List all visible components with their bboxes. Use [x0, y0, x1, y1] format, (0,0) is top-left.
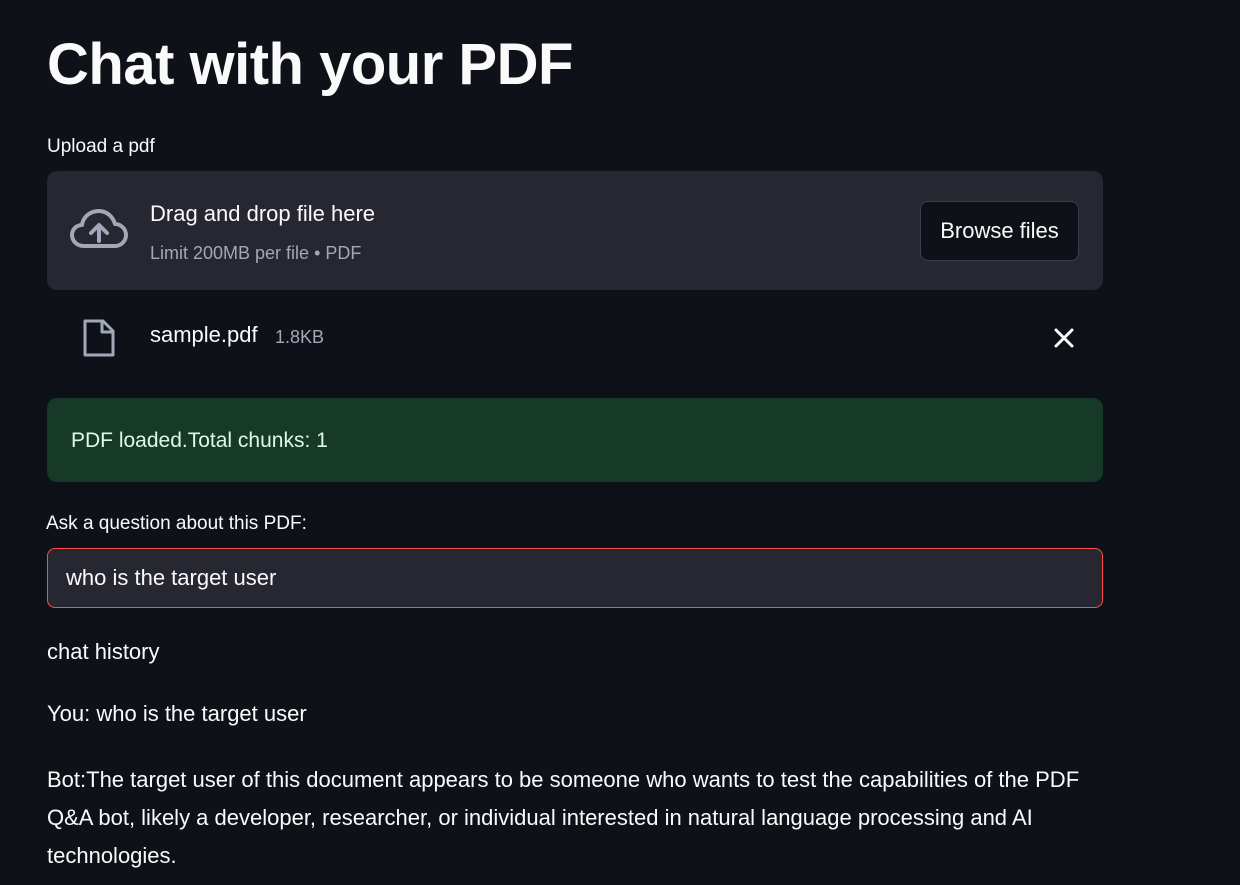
browse-files-button[interactable]: Browse files — [920, 201, 1079, 261]
cloud-upload-icon — [70, 209, 128, 248]
file-icon — [83, 319, 115, 357]
close-icon[interactable] — [1050, 324, 1078, 352]
question-input[interactable] — [47, 548, 1103, 608]
bot-message: Bot:The target user of this document app… — [47, 767, 1080, 868]
dropzone-limit-text: Limit 200MB per file • PDF — [150, 243, 362, 263]
app-page: Chat with your PDF Upload a pdf Drag and… — [0, 0, 1240, 885]
uploaded-file-size: 1.8KB — [275, 327, 325, 347]
upload-label: Upload a pdf — [47, 136, 155, 157]
user-message: You: who is the target user — [47, 701, 307, 726]
chat-history-heading: chat history — [47, 639, 160, 664]
question-label: Ask a question about this PDF: — [46, 513, 307, 534]
uploaded-file-name: sample.pdf — [150, 322, 258, 347]
page-title: Chat with your PDF — [47, 32, 573, 97]
dropzone-title: Drag and drop file here — [150, 201, 376, 226]
success-message: PDF loaded.Total chunks: 1 — [71, 429, 328, 452]
